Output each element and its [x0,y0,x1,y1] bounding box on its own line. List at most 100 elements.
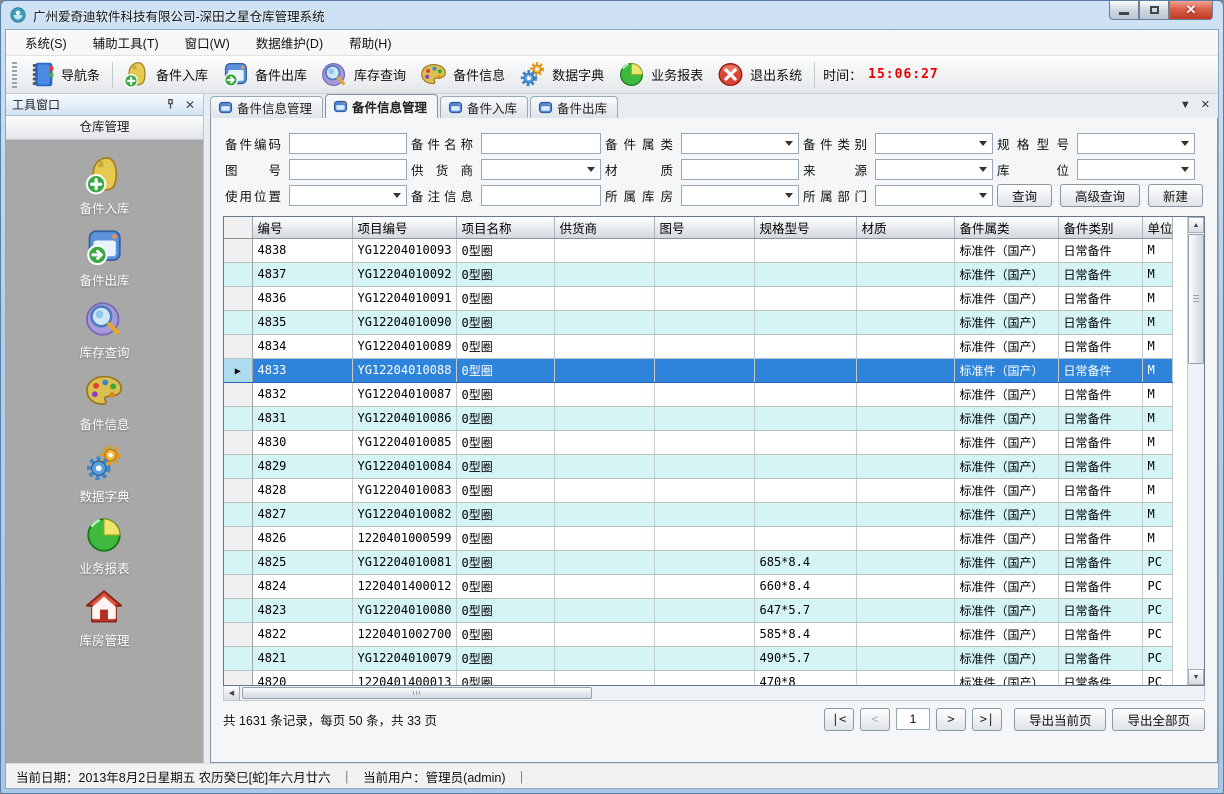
table-row[interactable]: 4828YG122040100830型圈标准件（国产）日常备件M [224,478,1172,502]
export-current-page-button[interactable]: 导出当前页 [1014,708,1107,731]
spec-model-select[interactable] [1077,133,1195,154]
new-button[interactable]: 新建 [1148,184,1203,207]
table-row[interactable]: 4834YG122040100890型圈标准件（国产）日常备件M [224,334,1172,358]
table-row[interactable]: 4827YG122040100820型圈标准件（国产）日常备件M [224,502,1172,526]
menu-item-aux-tools[interactable]: 辅助工具(T) [80,29,172,56]
query-button[interactable]: 查询 [997,184,1052,207]
first-page-button[interactable]: |< [824,708,854,731]
prev-page-button[interactable]: < [860,708,890,731]
drawing-no-field[interactable] [290,160,406,179]
toolbar-button-inventory-query[interactable]: 库存查询 [315,58,414,91]
advanced-query-button[interactable]: 高级查询 [1060,184,1140,207]
sidebar-item-inventory-query[interactable]: 库存查询 [79,298,129,361]
close-tab-icon[interactable]: ✕ [1201,98,1210,111]
table-row[interactable]: 4831YG122040100860型圈标准件（国产）日常备件M [224,406,1172,430]
horizontal-scrollbar[interactable]: ◀ [223,686,1205,701]
tab-parts-info-management-2[interactable]: 备件信息管理 [325,94,438,118]
export-all-pages-button[interactable]: 导出全部页 [1112,708,1205,731]
chevron-down-icon[interactable] [389,187,405,204]
tab-parts-outbound[interactable]: 备件出库 [530,96,618,118]
sidebar-item-parts-inbound[interactable]: 备件入库 [79,154,129,217]
chevron-down-icon[interactable] [975,187,991,204]
column-header-4[interactable]: 图号 [654,217,754,238]
department-select[interactable] [875,185,993,206]
minimize-button[interactable] [1109,1,1139,20]
column-header-9[interactable]: 单位 [1142,217,1172,238]
column-header-8[interactable]: 备件类别 [1058,217,1142,238]
toolbar-grip[interactable] [12,62,17,88]
table-row[interactable]: 482012204014000130型圈470*8标准件（国产）日常备件PC [224,670,1172,686]
table-row[interactable]: 482212204010027000型圈585*8.4标准件（国产）日常备件PC [224,622,1172,646]
vertical-scrollbar[interactable]: ▲ ▼ [1187,217,1204,685]
table-row[interactable]: 4825YG122040100810型圈685*8.4标准件（国产）日常备件PC [224,550,1172,574]
chevron-down-icon[interactable] [975,135,991,152]
table-row[interactable]: 4837YG122040100920型圈标准件（国产）日常备件M [224,262,1172,286]
parts-name-input[interactable] [481,133,601,154]
menu-item-system[interactable]: 系统(S) [12,29,80,56]
parts-name-field[interactable] [482,134,600,153]
material-input[interactable] [681,159,799,180]
parts-code-field[interactable] [290,134,406,153]
page-number-input[interactable] [896,708,930,730]
scroll-left-icon[interactable]: ◀ [224,686,240,700]
sidebar-item-data-dictionary[interactable]: 数据字典 [79,442,129,505]
table-row[interactable]: 4836YG122040100910型圈标准件（国产）日常备件M [224,286,1172,310]
column-header-0[interactable]: 编号 [252,217,352,238]
sidebar-item-parts-outbound[interactable]: 备件出库 [79,226,129,289]
vertical-scroll-thumb[interactable] [1188,234,1204,364]
last-page-button[interactable]: >| [972,708,1002,731]
parts-attr-select[interactable] [681,133,799,154]
close-panel-icon[interactable]: ✕ [183,98,197,112]
table-row[interactable]: 4829YG122040100840型圈标准件（国产）日常备件M [224,454,1172,478]
source-select[interactable] [875,159,993,180]
menu-item-help[interactable]: 帮助(H) [336,29,404,56]
menu-item-window[interactable]: 窗口(W) [172,29,243,56]
column-header-5[interactable]: 规格型号 [754,217,856,238]
table-row[interactable]: 4835YG122040100900型圈标准件（国产）日常备件M [224,310,1172,334]
toolbar-button-parts-inbound[interactable]: 备件入库 [117,58,216,91]
toolbar-button-exit-system[interactable]: 退出系统 [711,58,810,91]
chevron-down-icon[interactable] [975,161,991,178]
column-header-3[interactable]: 供货商 [554,217,654,238]
table-row[interactable]: 4821YG122040100790型圈490*5.7标准件（国产）日常备件PC [224,646,1172,670]
location-select[interactable] [1077,159,1195,180]
sidebar-item-business-report[interactable]: 业务报表 [79,514,129,577]
table-row[interactable]: 4838YG122040100930型圈标准件（国产）日常备件M [224,238,1172,262]
toolbar-button-parts-outbound[interactable]: 备件出库 [216,58,315,91]
tab-parts-info-management-1[interactable]: 备件信息管理 [210,96,323,118]
toolbar-button-data-dictionary[interactable]: 数据字典 [513,58,612,91]
chevron-down-icon[interactable] [781,187,797,204]
chevron-down-icon[interactable] [1177,161,1193,178]
sidebar-item-parts-info[interactable]: 备件信息 [79,370,129,433]
table-row[interactable]: ▶4833YG122040100880型圈标准件（国产）日常备件M [224,358,1172,382]
sidebar-item-warehouse-management[interactable]: 库房管理 [79,586,129,649]
chevron-down-icon[interactable] [1177,135,1193,152]
chevron-down-icon[interactable] [781,135,797,152]
table-row[interactable]: 482412204014000120型圈660*8.4标准件（国产）日常备件PC [224,574,1172,598]
supplier-select[interactable] [481,159,601,180]
horizontal-scroll-thumb[interactable] [242,687,592,699]
tab-parts-inbound[interactable]: 备件入库 [440,96,528,118]
next-page-button[interactable]: > [936,708,966,731]
material-field[interactable] [682,160,798,179]
column-header-7[interactable]: 备件属类 [954,217,1058,238]
column-header-6[interactable]: 材质 [856,217,954,238]
remark-input[interactable] [481,185,601,206]
toolbar-button-nav-bar[interactable]: 导航条 [22,58,108,91]
menu-item-data-maintenance[interactable]: 数据维护(D) [243,29,336,56]
column-header-1[interactable]: 项目编号 [352,217,456,238]
toolbar-button-parts-info[interactable]: 备件信息 [414,58,513,91]
restore-button[interactable] [1139,1,1169,20]
parts-category-select[interactable] [875,133,993,154]
chevron-down-icon[interactable]: ▼ [1180,99,1191,111]
pin-icon[interactable] [163,98,177,112]
table-row[interactable]: 4832YG122040100870型圈标准件（国产）日常备件M [224,382,1172,406]
remark-field[interactable] [482,186,600,205]
chevron-down-icon[interactable] [583,161,599,178]
table-row[interactable]: 4823YG122040100800型圈647*5.7标准件（国产）日常备件PC [224,598,1172,622]
close-button[interactable]: ✕ [1169,1,1213,20]
scroll-up-icon[interactable]: ▲ [1188,217,1204,233]
warehouse-select[interactable] [681,185,799,206]
parts-code-input[interactable] [289,133,407,154]
table-row[interactable]: 4830YG122040100850型圈标准件（国产）日常备件M [224,430,1172,454]
